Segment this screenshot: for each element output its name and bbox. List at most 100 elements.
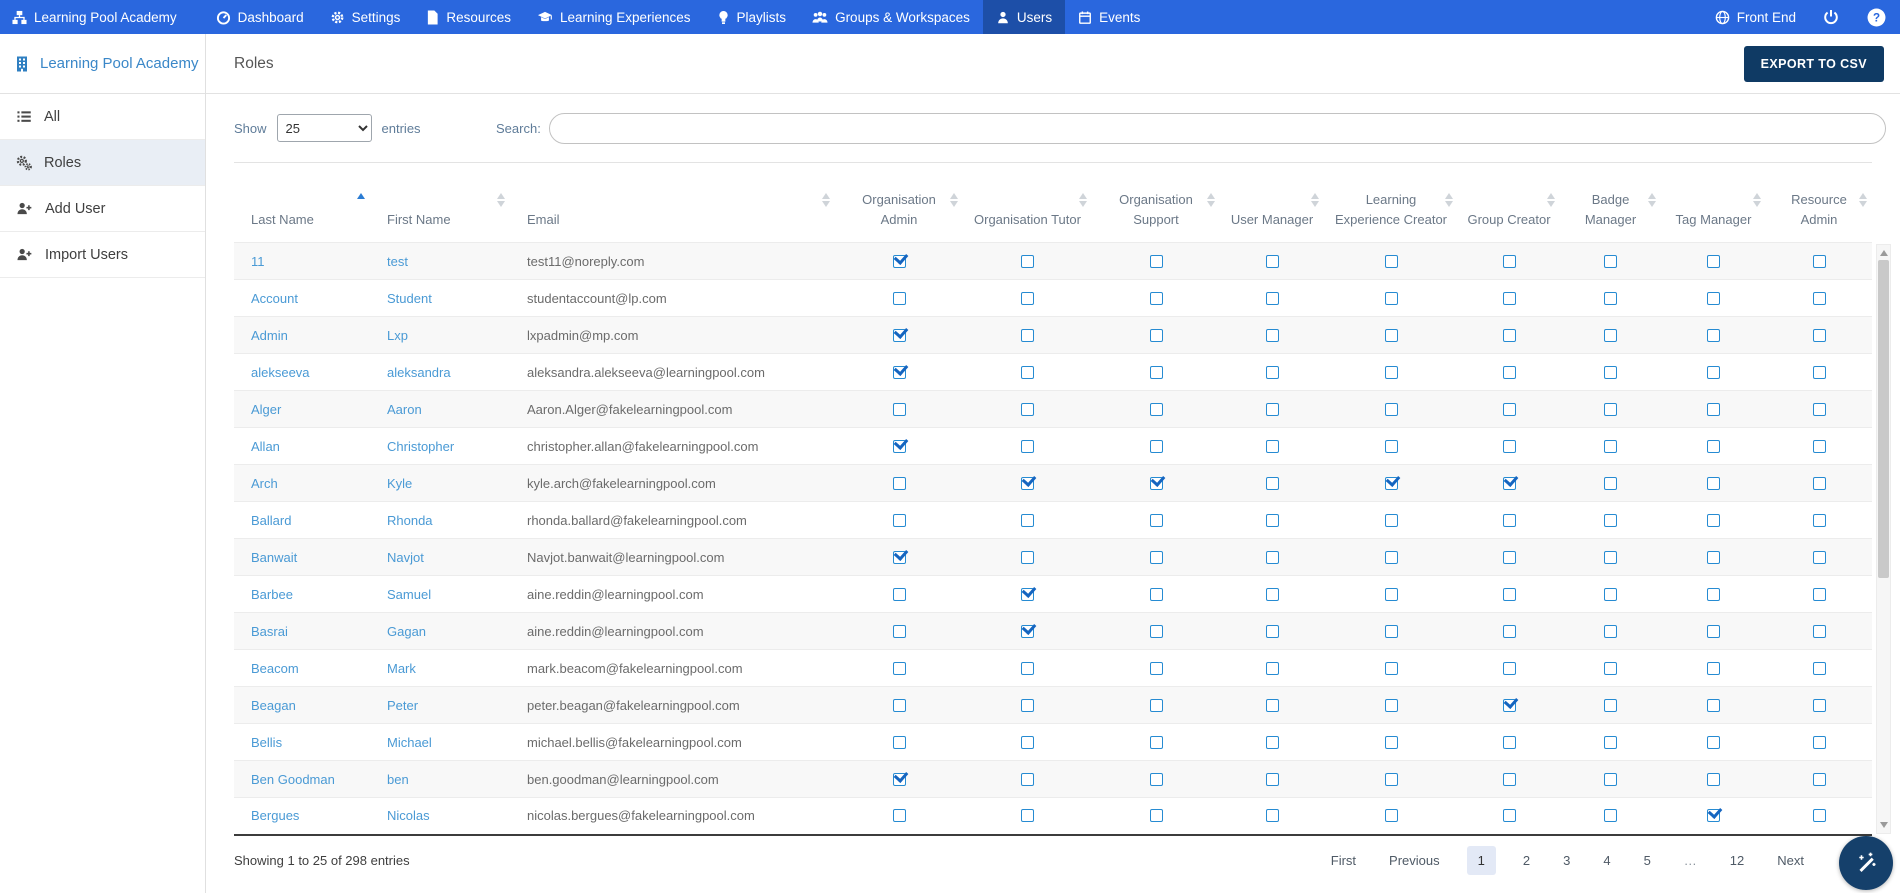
role-checkbox-resource-admin[interactable]: [1812, 328, 1826, 342]
role-checkbox-resource-admin[interactable]: [1812, 513, 1826, 527]
role-checkbox-resource-admin[interactable]: [1812, 772, 1826, 786]
role-checkbox-group-creator[interactable]: [1502, 772, 1516, 786]
sidebar-academy-title[interactable]: Learning Pool Academy: [0, 34, 205, 94]
role-checkbox-organisation-tutor[interactable]: [1021, 624, 1034, 638]
role-checkbox-organisation-admin[interactable]: [892, 439, 906, 453]
column-header-email[interactable]: Email: [510, 162, 835, 243]
role-checkbox-user-manager[interactable]: [1265, 550, 1279, 564]
role-checkbox-badge-manager[interactable]: [1604, 291, 1617, 305]
role-checkbox-tag-manager[interactable]: [1707, 291, 1720, 305]
role-checkbox-organisation-tutor[interactable]: [1021, 550, 1034, 564]
role-checkbox-resource-admin[interactable]: [1812, 365, 1826, 379]
role-checkbox-organisation-support[interactable]: [1149, 772, 1163, 786]
role-checkbox-organisation-admin[interactable]: [892, 291, 906, 305]
role-checkbox-tag-manager[interactable]: [1707, 624, 1720, 638]
role-checkbox-organisation-tutor[interactable]: [1021, 587, 1034, 601]
role-checkbox-organisation-tutor[interactable]: [1021, 402, 1034, 416]
role-checkbox-learning-experience-creator[interactable]: [1384, 735, 1398, 749]
role-checkbox-tag-manager[interactable]: [1707, 698, 1720, 712]
role-checkbox-organisation-support[interactable]: [1149, 328, 1163, 342]
first-name-link[interactable]: ben: [387, 772, 409, 787]
nav-item-front-end[interactable]: Front End: [1702, 0, 1809, 34]
role-checkbox-resource-admin[interactable]: [1812, 291, 1826, 305]
column-header-learning-experience-creator[interactable]: Learning Experience Creator: [1324, 162, 1458, 243]
role-checkbox-learning-experience-creator[interactable]: [1384, 402, 1398, 416]
role-checkbox-badge-manager[interactable]: [1604, 735, 1617, 749]
role-checkbox-learning-experience-creator[interactable]: [1384, 624, 1398, 638]
role-checkbox-group-creator[interactable]: [1502, 328, 1516, 342]
nav-item-users[interactable]: Users: [982, 0, 1066, 34]
first-name-link[interactable]: Mark: [387, 661, 416, 676]
role-checkbox-group-creator[interactable]: [1502, 698, 1516, 712]
scroll-down-arrow[interactable]: [1877, 818, 1890, 832]
role-checkbox-organisation-support[interactable]: [1149, 624, 1163, 638]
role-checkbox-organisation-admin[interactable]: [892, 550, 906, 564]
column-header-group-creator[interactable]: Group Creator: [1458, 162, 1560, 243]
role-checkbox-organisation-tutor[interactable]: [1021, 513, 1034, 527]
role-checkbox-organisation-tutor[interactable]: [1021, 328, 1034, 342]
role-checkbox-learning-experience-creator[interactable]: [1384, 661, 1398, 675]
scroll-up-arrow[interactable]: [1877, 246, 1890, 260]
role-checkbox-user-manager[interactable]: [1265, 328, 1279, 342]
pagination-first[interactable]: First: [1325, 846, 1362, 875]
sidebar-item-roles[interactable]: Roles: [0, 140, 205, 186]
role-checkbox-user-manager[interactable]: [1265, 772, 1279, 786]
role-checkbox-badge-manager[interactable]: [1604, 661, 1617, 675]
role-checkbox-tag-manager[interactable]: [1707, 402, 1720, 416]
role-checkbox-learning-experience-creator[interactable]: [1384, 550, 1398, 564]
role-checkbox-organisation-tutor[interactable]: [1021, 476, 1034, 490]
first-name-link[interactable]: Navjot: [387, 550, 424, 565]
first-name-link[interactable]: Michael: [387, 735, 432, 750]
role-checkbox-badge-manager[interactable]: [1604, 254, 1617, 268]
role-checkbox-resource-admin[interactable]: [1812, 587, 1826, 601]
role-checkbox-user-manager[interactable]: [1265, 291, 1279, 305]
role-checkbox-organisation-admin[interactable]: [892, 809, 906, 823]
role-checkbox-organisation-admin[interactable]: [892, 624, 906, 638]
role-checkbox-group-creator[interactable]: [1502, 661, 1516, 675]
column-header-organisation-tutor[interactable]: Organisation Tutor: [963, 162, 1092, 243]
pagination-next[interactable]: Next: [1771, 846, 1810, 875]
first-name-link[interactable]: Samuel: [387, 587, 431, 602]
role-checkbox-group-creator[interactable]: [1502, 809, 1516, 823]
nav-item-resources[interactable]: Resources: [413, 0, 524, 34]
column-header-user-manager[interactable]: User Manager: [1220, 162, 1324, 243]
role-checkbox-resource-admin[interactable]: [1812, 809, 1826, 823]
last-name-link[interactable]: Arch: [251, 476, 278, 491]
role-checkbox-tag-manager[interactable]: [1707, 735, 1720, 749]
help-button[interactable]: ?: [1853, 0, 1900, 34]
role-checkbox-tag-manager[interactable]: [1707, 809, 1720, 823]
role-checkbox-organisation-support[interactable]: [1149, 476, 1163, 490]
role-checkbox-learning-experience-creator[interactable]: [1384, 328, 1398, 342]
role-checkbox-badge-manager[interactable]: [1604, 513, 1617, 527]
role-checkbox-learning-experience-creator[interactable]: [1384, 587, 1398, 601]
column-header-last-name[interactable]: Last Name: [234, 162, 370, 243]
role-checkbox-learning-experience-creator[interactable]: [1384, 254, 1398, 268]
role-checkbox-learning-experience-creator[interactable]: [1384, 476, 1398, 490]
role-checkbox-organisation-admin[interactable]: [892, 402, 906, 416]
role-checkbox-organisation-support[interactable]: [1149, 291, 1163, 305]
role-checkbox-tag-manager[interactable]: [1707, 513, 1720, 527]
role-checkbox-organisation-support[interactable]: [1149, 439, 1163, 453]
last-name-link[interactable]: Ben Goodman: [251, 772, 335, 787]
role-checkbox-group-creator[interactable]: [1502, 439, 1516, 453]
role-checkbox-user-manager[interactable]: [1265, 809, 1279, 823]
role-checkbox-badge-manager[interactable]: [1604, 587, 1617, 601]
last-name-link[interactable]: Ballard: [251, 513, 291, 528]
nav-item-settings[interactable]: Settings: [317, 0, 414, 34]
role-checkbox-user-manager[interactable]: [1265, 735, 1279, 749]
nav-item-events[interactable]: Events: [1065, 0, 1153, 34]
role-checkbox-organisation-support[interactable]: [1149, 513, 1163, 527]
role-checkbox-organisation-tutor[interactable]: [1021, 735, 1034, 749]
last-name-link[interactable]: Bergues: [251, 808, 299, 823]
sidebar-item-all[interactable]: All: [0, 94, 205, 140]
first-name-link[interactable]: Nicolas: [387, 808, 430, 823]
role-checkbox-group-creator[interactable]: [1502, 291, 1516, 305]
role-checkbox-organisation-admin[interactable]: [892, 476, 906, 490]
role-checkbox-group-creator[interactable]: [1502, 254, 1516, 268]
role-checkbox-organisation-support[interactable]: [1149, 254, 1163, 268]
role-checkbox-badge-manager[interactable]: [1604, 809, 1617, 823]
first-name-link[interactable]: Gagan: [387, 624, 426, 639]
role-checkbox-organisation-support[interactable]: [1149, 809, 1163, 823]
first-name-link[interactable]: Christopher: [387, 439, 454, 454]
role-checkbox-organisation-support[interactable]: [1149, 698, 1163, 712]
